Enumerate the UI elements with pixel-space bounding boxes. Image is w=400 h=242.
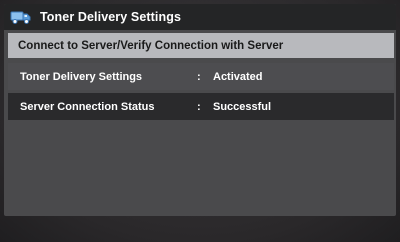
title-bar: Toner Delivery Settings <box>4 4 396 30</box>
connect-to-server-item[interactable]: Connect to Server/Verify Connection with… <box>8 33 394 58</box>
page-title: Toner Delivery Settings <box>40 10 181 24</box>
content-empty-area <box>8 122 394 212</box>
delivery-truck-icon <box>10 9 32 25</box>
toner-delivery-settings-value: Activated <box>213 70 263 83</box>
device-screen: Toner Delivery Settings Connect to Serve… <box>4 4 396 216</box>
toner-delivery-settings-label: Toner Delivery Settings <box>20 70 143 83</box>
server-connection-status-row[interactable]: Server Connection Status : Successful <box>8 93 394 120</box>
separator-colon: : <box>197 100 201 113</box>
server-connection-status-value: Successful <box>213 100 272 113</box>
connect-to-server-label: Connect to Server/Verify Connection with… <box>18 39 284 52</box>
server-connection-status-label: Server Connection Status <box>20 100 155 113</box>
toner-delivery-settings-row[interactable]: Toner Delivery Settings : Activated <box>8 63 394 90</box>
separator-colon: : <box>197 70 201 83</box>
